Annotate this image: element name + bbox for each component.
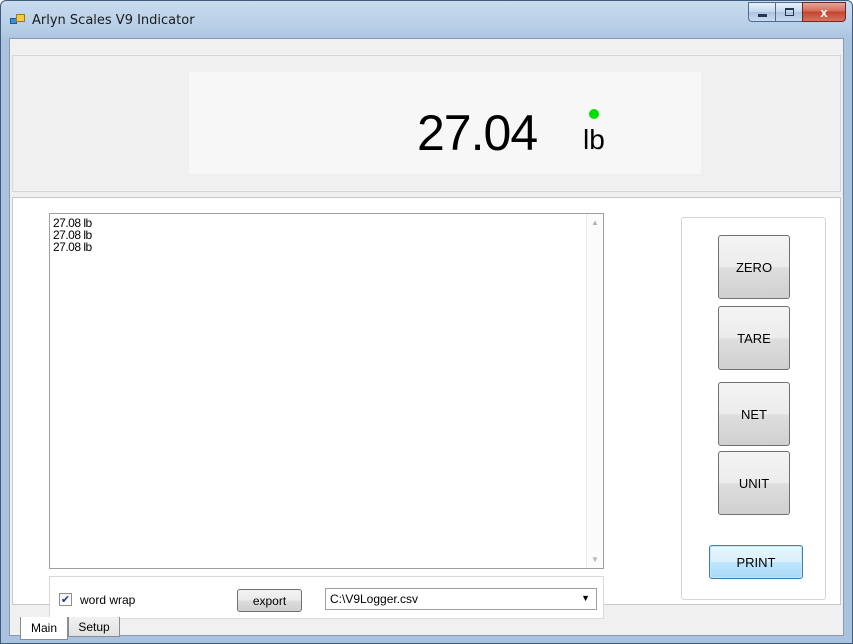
scale-buttons-panel: ZERO TARE NET UNIT PRINT xyxy=(681,217,826,600)
close-button[interactable]: x xyxy=(802,2,846,22)
log-lines: 27.08 lb 27.08 lb 27.08 lb xyxy=(53,217,92,253)
log-scrollbar[interactable]: ▲ ▼ xyxy=(586,214,603,568)
maximize-icon xyxy=(784,8,794,16)
print-button[interactable]: PRINT xyxy=(709,545,803,579)
minimize-button[interactable] xyxy=(748,2,775,22)
unit-button[interactable]: UNIT xyxy=(718,451,790,515)
scroll-down-icon[interactable]: ▼ xyxy=(587,551,603,568)
scroll-up-icon[interactable]: ▲ xyxy=(587,214,603,231)
net-button[interactable]: NET xyxy=(718,382,790,446)
word-wrap-checkbox[interactable]: ✔ xyxy=(59,593,72,606)
app-window: Arlyn Scales V9 Indicator x 27.04 lb 27.… xyxy=(0,0,853,644)
chevron-down-icon[interactable]: ▼ xyxy=(581,593,590,603)
title-bar[interactable]: Arlyn Scales V9 Indicator x xyxy=(1,1,852,37)
checkmark-icon: ✔ xyxy=(60,594,71,606)
tab-setup[interactable]: Setup xyxy=(68,617,120,637)
zero-button[interactable]: ZERO xyxy=(718,235,790,299)
client-area: 27.04 lb 27.08 lb 27.08 lb 27.08 lb ▲ ▼ … xyxy=(9,38,844,640)
log-textbox[interactable]: 27.08 lb 27.08 lb 27.08 lb ▲ ▼ xyxy=(49,213,604,569)
caption-buttons: x xyxy=(748,2,846,22)
close-icon: x xyxy=(820,4,828,20)
app-icon xyxy=(10,13,26,27)
window-title: Arlyn Scales V9 Indicator xyxy=(32,13,195,28)
word-wrap-label[interactable]: word wrap xyxy=(80,593,135,607)
weight-value: 27.04 xyxy=(417,105,538,161)
maximize-button[interactable] xyxy=(775,2,802,22)
weight-readout: 27.04 lb xyxy=(189,72,701,174)
log-options-bar: ✔ word wrap export C:\V9Logger.csv ▼ xyxy=(49,576,604,619)
file-path-value: C:\V9Logger.csv xyxy=(330,592,419,606)
export-button[interactable]: export xyxy=(237,589,302,612)
tare-button[interactable]: TARE xyxy=(718,306,790,370)
minimize-icon xyxy=(757,13,767,17)
weight-display-panel: 27.04 lb xyxy=(12,55,841,192)
weight-unit: lb xyxy=(583,124,605,155)
tab-main[interactable]: Main xyxy=(20,617,68,640)
stable-indicator-icon xyxy=(589,109,599,119)
file-path-select[interactable]: C:\V9Logger.csv ▼ xyxy=(325,588,597,610)
log-line: 27.08 lb xyxy=(53,240,92,254)
